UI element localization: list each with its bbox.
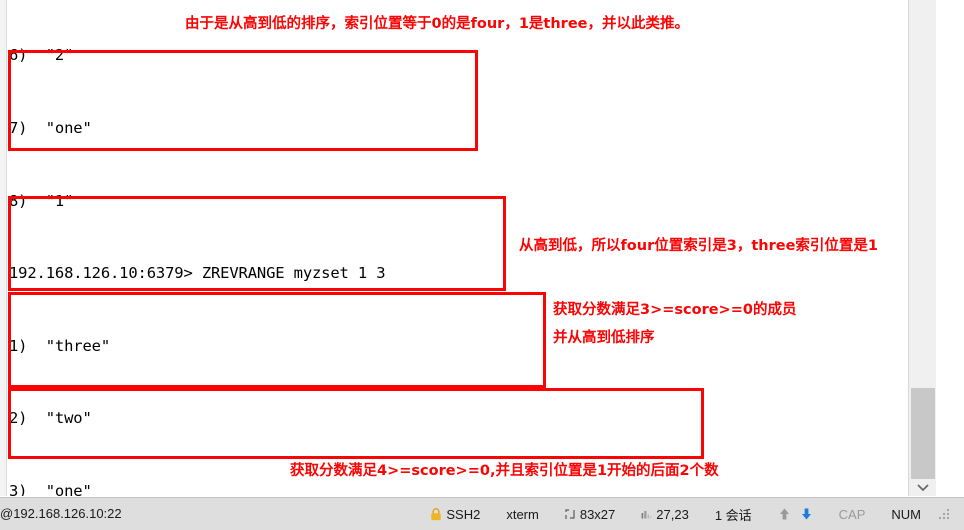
status-terminal-type-label: xterm: [506, 506, 539, 522]
terminal-line: 1) "three": [9, 336, 110, 355]
status-caps-lock-label: CAP: [838, 506, 866, 522]
terminal-line: 6) "2": [9, 46, 74, 65]
status-sessions-label: 1 会话: [714, 507, 752, 523]
chevron-down-icon: [917, 483, 929, 491]
annotation-byscore-line1: 获取分数满足3>=score>=0的成员: [553, 302, 797, 318]
status-sessions-cell[interactable]: 1 会话: [702, 505, 765, 523]
terminal-line: 2) "two": [9, 409, 92, 428]
lock-icon: [431, 507, 442, 520]
status-protocol-cell[interactable]: SSH2: [417, 505, 493, 523]
terminal-line: 192.168.126.10:6379> ZREVRANGE myzset 1 …: [9, 264, 386, 283]
status-num-lock-label: NUM: [891, 506, 921, 522]
status-cursor-cell[interactable]: 27,23: [628, 505, 702, 523]
status-cursor-label: 27,23: [656, 506, 689, 522]
annotation-byscore-line2: 并从高到低排序: [553, 330, 655, 346]
scrollbar-down-button[interactable]: [909, 479, 936, 496]
download-arrow-icon: [801, 508, 811, 520]
annotation-sort-order: 由于是从高到低的排序，索引位置等于0的是four，1是three，并以此类推。: [185, 16, 689, 32]
status-transfer-cell[interactable]: [765, 505, 826, 523]
status-connection: @192.168.126.10:22: [0, 506, 122, 521]
status-num-lock-cell: NUM: [878, 505, 934, 523]
terminal-line: 7) "one": [9, 119, 92, 137]
screen-size-icon: [565, 508, 575, 519]
terminal-line: 8) "1": [9, 191, 74, 210]
terminal-screen[interactable]: 6) "2" 7) "one" 8) "1" 192.168.126.10:63…: [0, 0, 936, 496]
status-size-label: 83x27: [579, 506, 616, 522]
cursor-position-icon: [641, 510, 652, 518]
terminal-window: 6) "2" 7) "one" 8) "1" 192.168.126.10:63…: [0, 0, 964, 530]
status-protocol-label: SSH2: [446, 506, 481, 522]
status-bar-right-group: SSH2 xterm 83x27 27,23 1 会话 CAP NUM: [417, 505, 950, 523]
upload-arrow-icon: [779, 508, 789, 520]
status-size-cell[interactable]: 83x27: [552, 505, 628, 523]
vertical-scrollbar[interactable]: [908, 0, 936, 496]
annotation-limit: 获取分数满足4>=score>=0,并且索引位置是1开始的后面2个数: [290, 463, 719, 479]
scrollbar-thumb[interactable]: [911, 388, 935, 480]
terminal-left-gutter: [0, 0, 7, 496]
resize-grip-icon[interactable]: [938, 508, 950, 520]
status-terminal-type-cell[interactable]: xterm: [493, 505, 552, 523]
annotation-zrevrank: 从高到低，所以four位置索引是3，three索引位置是1: [519, 238, 878, 254]
status-caps-lock-cell: CAP: [826, 505, 879, 523]
status-bar: @192.168.126.10:22 SSH2 xterm 83x27 27,2…: [0, 497, 964, 530]
